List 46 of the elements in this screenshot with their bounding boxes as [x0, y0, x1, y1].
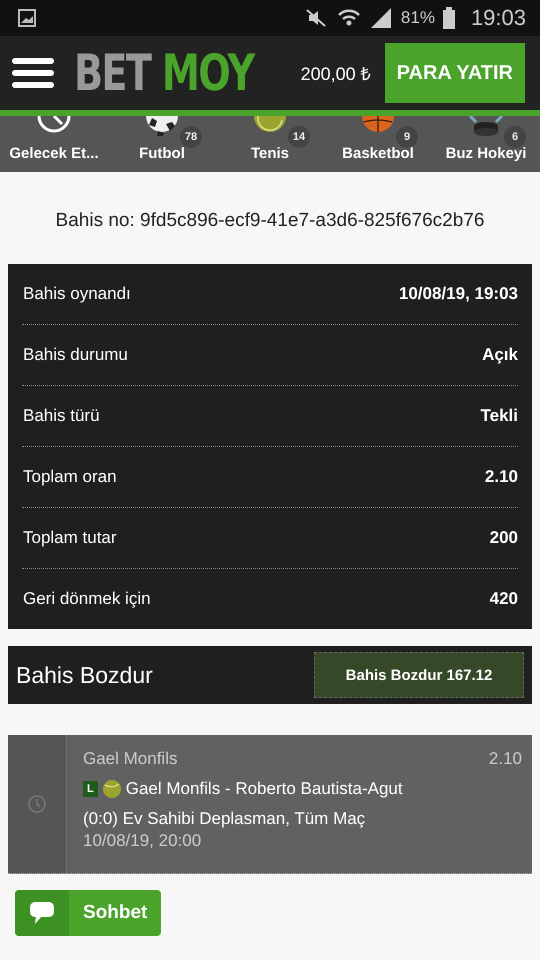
detail-label: Bahis oynandı: [23, 284, 131, 304]
detail-value: 10/08/19, 19:03: [398, 284, 518, 304]
count-badge: 6: [504, 126, 526, 148]
count-badge: 78: [180, 126, 202, 148]
match-name: Gael Monfils - Roberto Bautista-Agut: [126, 779, 403, 799]
logo[interactable]: BET MOY: [74, 44, 254, 102]
detail-label: Geri dönmek için: [23, 589, 151, 609]
clock-icon: [27, 794, 47, 814]
match-date: 10/08/19, 20:00: [83, 831, 202, 851]
sport-tab[interactable]: 14 Tenis: [216, 116, 324, 172]
sport-label: Gelecek Et...: [9, 145, 99, 162]
market-text: (0:0) Ev Sahibi Deplasman, Tüm Maç: [83, 809, 366, 829]
sport-label: Buz Hokeyi: [446, 145, 526, 162]
sport-label: Tenis: [250, 145, 290, 162]
detail-value: Açık: [482, 345, 518, 365]
count-badge: 14: [288, 126, 310, 148]
detail-value: Tekli: [480, 406, 518, 426]
sport-tab[interactable]: 78 Futbol: [108, 116, 216, 172]
sport-label: Basketbol: [342, 145, 414, 162]
gallery-icon: [18, 9, 36, 27]
tennis-ball-icon: [102, 779, 122, 799]
clock-time: 19:03: [470, 5, 526, 31]
cashout-button[interactable]: Bahis Bozdur 167.12: [314, 652, 524, 698]
sport-tab[interactable]: Gelecek Et...: [0, 116, 108, 172]
signal-icon: [368, 7, 393, 29]
menu-icon[interactable]: [12, 57, 54, 89]
detail-label: Bahis türü: [23, 406, 100, 426]
speech-bubble-icon: [29, 901, 55, 925]
cashout-title: Bahis Bozdur: [16, 662, 153, 688]
live-badge: L: [83, 781, 98, 797]
bet-number: Bahis no: 9fd5c896-ecf9-41e7-a3d6-825f676c2b76: [54, 209, 486, 233]
odds: 2.10: [488, 749, 522, 769]
detail-value: 2.10: [484, 467, 518, 487]
sport-tab[interactable]: 6 Buz Hokeyi: [432, 116, 540, 172]
count-badge: 9: [396, 126, 418, 148]
balance: 200,00 ₺: [300, 63, 371, 85]
detail-value: 420: [490, 589, 518, 609]
detail-value: 200: [490, 528, 518, 548]
sport-tab[interactable]: 9 Basketbol: [324, 116, 432, 172]
detail-label: Bahis durumu: [23, 345, 128, 365]
pick-name: Gael Monfils: [83, 749, 178, 769]
battery-percent: 81%: [400, 8, 435, 28]
sport-label: Futbol: [139, 145, 185, 162]
battery-icon: [442, 7, 455, 29]
detail-label: Toplam tutar: [23, 528, 117, 548]
detail-label: Toplam oran: [23, 467, 117, 487]
